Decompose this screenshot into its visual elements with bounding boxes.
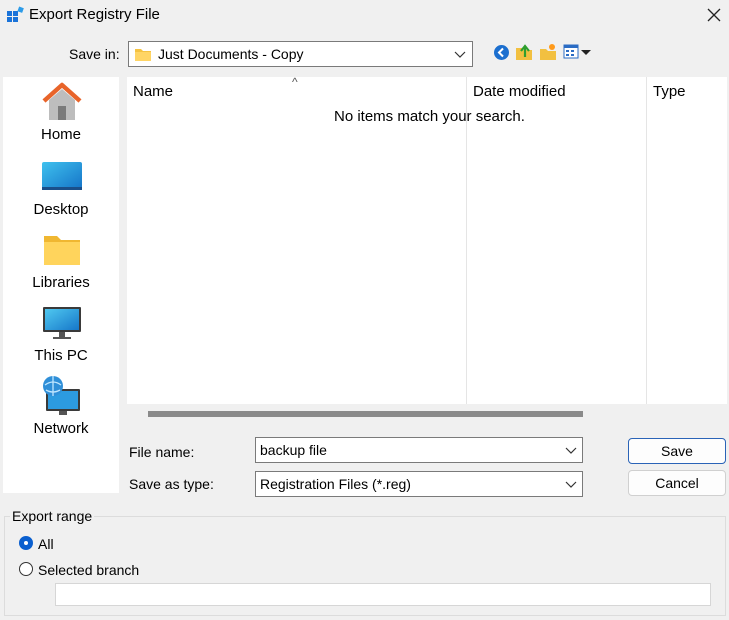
column-divider bbox=[466, 77, 467, 404]
save-in-value: Just Documents - Copy bbox=[158, 46, 304, 62]
place-network[interactable]: Network bbox=[3, 371, 119, 441]
save-button[interactable]: Save bbox=[628, 438, 726, 464]
file-name-input[interactable] bbox=[256, 438, 560, 462]
window-title: Export Registry File bbox=[29, 6, 160, 23]
empty-message: No items match your search. bbox=[334, 108, 525, 125]
place-libraries[interactable]: Libraries bbox=[3, 225, 119, 295]
place-label: Libraries bbox=[32, 274, 90, 291]
radio-all-label[interactable]: All bbox=[38, 536, 54, 552]
file-name-combo[interactable] bbox=[255, 437, 583, 463]
registry-editor-icon bbox=[6, 6, 24, 24]
column-divider bbox=[646, 77, 647, 404]
network-icon bbox=[40, 375, 84, 415]
desktop-icon bbox=[40, 156, 84, 194]
file-name-label: File name: bbox=[129, 444, 195, 460]
place-label: Desktop bbox=[33, 201, 89, 218]
place-label: Network bbox=[33, 420, 89, 437]
folder-icon bbox=[134, 46, 152, 65]
back-icon[interactable] bbox=[493, 44, 510, 64]
sort-ascending-icon: ^ bbox=[292, 75, 298, 89]
radio-selected-branch-label[interactable]: Selected branch bbox=[38, 562, 139, 578]
new-folder-icon[interactable] bbox=[539, 43, 557, 64]
save-as-type-label: Save as type: bbox=[129, 476, 214, 492]
selected-branch-field[interactable] bbox=[55, 583, 711, 606]
save-as-type-value: Registration Files (*.reg) bbox=[260, 476, 411, 492]
save-in-label: Save in: bbox=[69, 46, 120, 62]
file-list[interactable]: Name ^ Date modified Type No items match… bbox=[127, 75, 727, 404]
cancel-button[interactable]: Cancel bbox=[628, 470, 726, 496]
horizontal-scrollbar[interactable] bbox=[148, 411, 583, 417]
save-in-dropdown[interactable]: Just Documents - Copy bbox=[128, 41, 473, 67]
place-label: Home bbox=[40, 126, 81, 143]
radio-selected-branch[interactable] bbox=[19, 562, 33, 576]
close-button[interactable] bbox=[700, 2, 728, 28]
save-as-type-dropdown[interactable]: Registration Files (*.reg) bbox=[255, 471, 583, 497]
home-icon bbox=[40, 81, 84, 120]
radio-all[interactable] bbox=[19, 536, 33, 550]
places-bar: Home Desktop Libraries This PC Network bbox=[3, 77, 119, 493]
this-pc-icon bbox=[40, 302, 84, 340]
place-label: This PC bbox=[34, 347, 88, 364]
chevron-down-icon bbox=[565, 477, 577, 493]
column-header-type[interactable]: Type bbox=[653, 83, 686, 100]
column-header-date-modified[interactable]: Date modified bbox=[473, 83, 566, 100]
place-home[interactable]: Home bbox=[3, 77, 119, 147]
close-icon bbox=[707, 8, 721, 22]
chevron-down-icon[interactable] bbox=[565, 443, 577, 459]
view-menu-icon[interactable] bbox=[563, 44, 593, 63]
place-this-pc[interactable]: This PC bbox=[3, 298, 119, 368]
export-range-legend: Export range bbox=[10, 508, 95, 524]
up-folder-icon[interactable] bbox=[515, 43, 533, 64]
place-desktop[interactable]: Desktop bbox=[3, 152, 119, 222]
libraries-icon bbox=[40, 229, 84, 267]
column-header-name[interactable]: Name bbox=[133, 83, 173, 100]
chevron-down-icon bbox=[454, 47, 466, 63]
title-bar: Export Registry File bbox=[0, 0, 729, 32]
